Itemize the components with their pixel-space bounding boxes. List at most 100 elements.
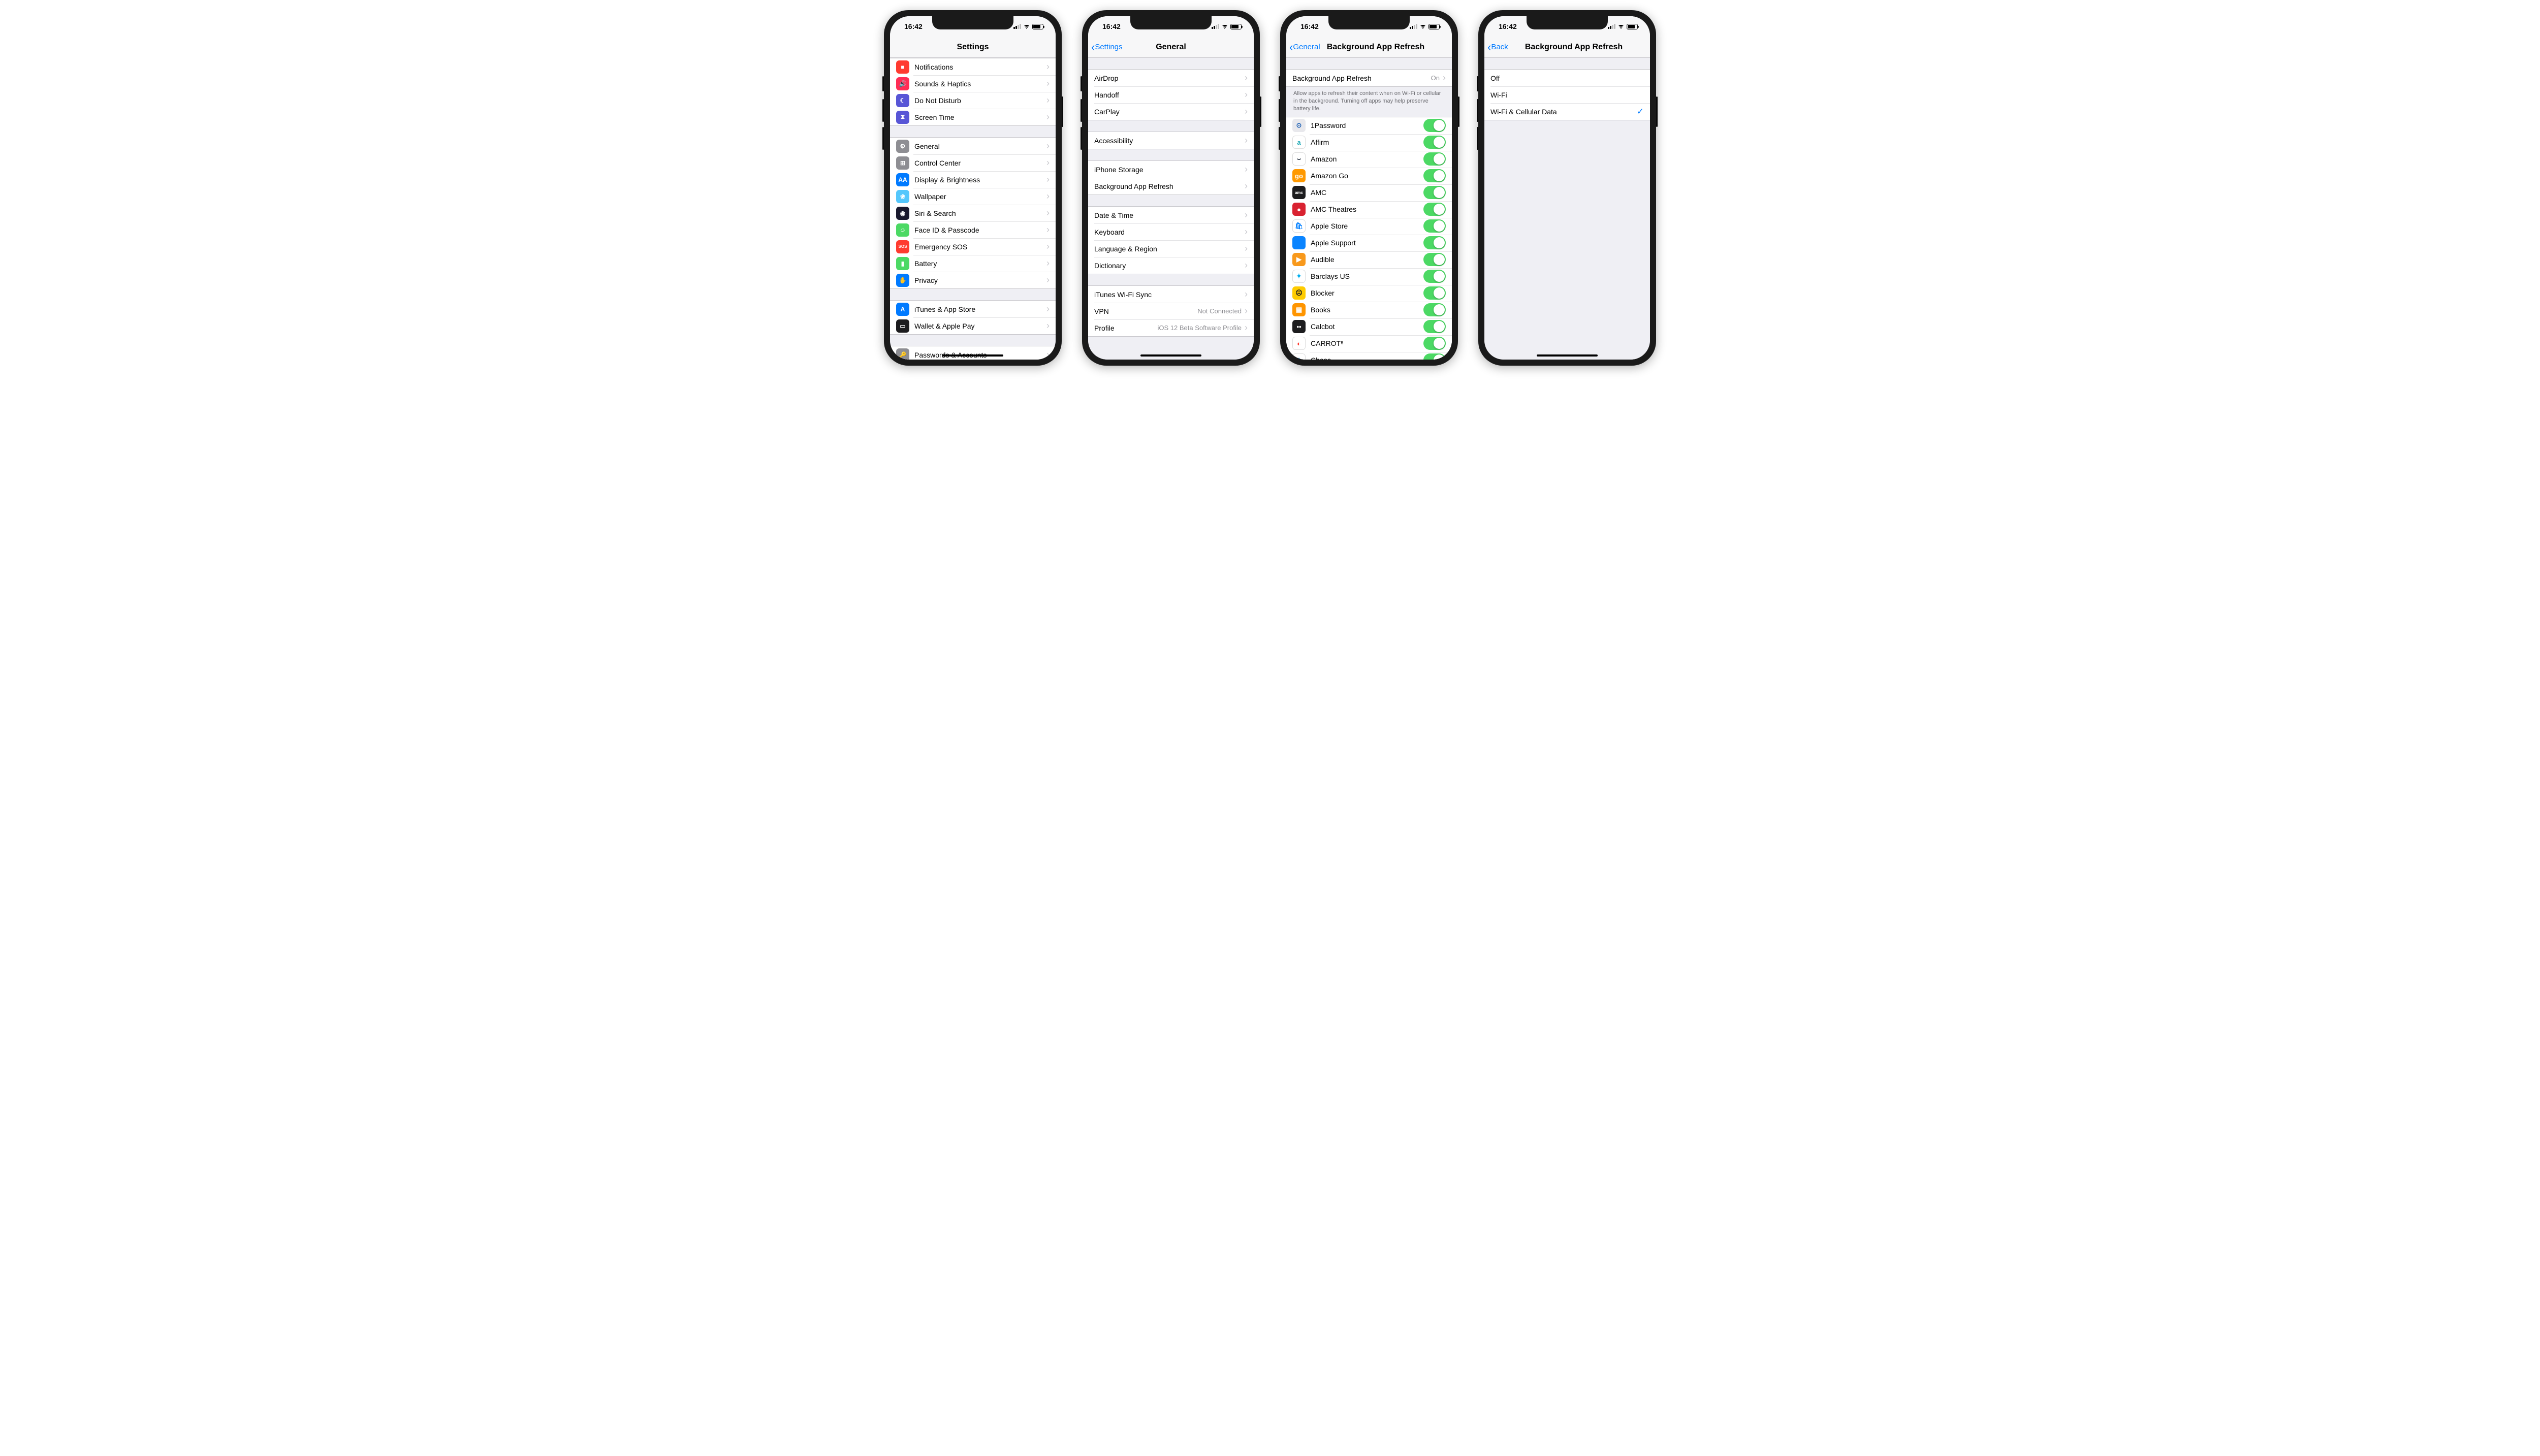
settings-row[interactable]: ⊞ Control Center ›: [890, 154, 1056, 171]
app-toggle-row[interactable]: amc AMC: [1286, 184, 1452, 201]
refresh-option-row[interactable]: Wi-Fi & Cellular Data ✓: [1484, 103, 1650, 120]
back-button[interactable]: ‹ General: [1286, 42, 1320, 53]
home-indicator[interactable]: [942, 354, 1003, 357]
app-toggle-row[interactable]: a Affirm: [1286, 134, 1452, 151]
home-indicator[interactable]: [1140, 354, 1201, 357]
toggle-switch[interactable]: [1423, 270, 1446, 283]
back-button[interactable]: ‹ Settings: [1088, 42, 1123, 53]
chevron-right-icon: ›: [1046, 61, 1050, 72]
general-row[interactable]: Accessibility ›: [1088, 132, 1254, 149]
toggle-switch[interactable]: [1423, 286, 1446, 300]
row-detail: iOS 12 Beta Software Profile: [1158, 324, 1242, 332]
app-toggle-row[interactable]: ● AMC Theatres: [1286, 201, 1452, 218]
row-icon: SOS: [896, 240, 909, 253]
settings-list[interactable]: ■ Notifications › 🔊 Sounds & Haptics › ☾…: [890, 58, 1056, 360]
general-row[interactable]: iTunes Wi-Fi Sync ›: [1088, 286, 1254, 303]
settings-row[interactable]: ❀ Wallpaper ›: [890, 188, 1056, 205]
app-toggle-row[interactable]: •• Calcbot: [1286, 318, 1452, 335]
toggle-switch[interactable]: [1423, 203, 1446, 216]
toggle-switch[interactable]: [1423, 119, 1446, 132]
back-button[interactable]: ‹ Back: [1484, 42, 1508, 53]
notch: [1328, 16, 1410, 29]
app-toggle-row[interactable]: ◇ Chase: [1286, 352, 1452, 360]
settings-row[interactable]: ⚙ General ›: [890, 138, 1056, 154]
app-toggle-row[interactable]: 🛍 Apple Store: [1286, 218, 1452, 235]
app-toggle-row[interactable]: ▶ Audible: [1286, 251, 1452, 268]
app-label: Amazon Go: [1311, 172, 1423, 180]
settings-row[interactable]: ◉ Siri & Search ›: [890, 205, 1056, 221]
settings-row[interactable]: 🔑 Passwords & Accounts ›: [890, 346, 1056, 360]
toggle-switch[interactable]: [1423, 303, 1446, 316]
app-toggle-row[interactable]: Apple Support: [1286, 235, 1452, 251]
app-toggle-row[interactable]: go Amazon Go: [1286, 168, 1452, 184]
row-icon: ▭: [896, 319, 909, 333]
toggle-switch[interactable]: [1423, 253, 1446, 266]
row-label: Wallpaper: [914, 192, 1046, 201]
settings-row[interactable]: ✋ Privacy ›: [890, 272, 1056, 288]
app-toggle-row[interactable]: ☹ Blocker: [1286, 285, 1452, 302]
general-row[interactable]: Background App Refresh ›: [1088, 178, 1254, 195]
wifi-icon: [1023, 24, 1030, 29]
toggle-switch[interactable]: [1423, 337, 1446, 350]
notch: [1130, 16, 1212, 29]
toggle-switch[interactable]: [1423, 186, 1446, 199]
row-icon: ⧗: [896, 111, 909, 124]
refresh-option-row[interactable]: Off: [1484, 70, 1650, 86]
chevron-right-icon: ›: [1046, 224, 1050, 235]
app-icon: a: [1292, 136, 1306, 149]
settings-row[interactable]: ☺ Face ID & Passcode ›: [890, 221, 1056, 238]
row-icon: AA: [896, 173, 909, 186]
chevron-right-icon: ›: [1046, 320, 1050, 331]
settings-row[interactable]: ▭ Wallet & Apple Pay ›: [890, 317, 1056, 334]
app-toggle-row[interactable]: ◐ CARROT⁵: [1286, 335, 1452, 352]
row-label: Date & Time: [1094, 211, 1245, 219]
general-row[interactable]: Handoff ›: [1088, 86, 1254, 103]
settings-row[interactable]: A iTunes & App Store ›: [890, 301, 1056, 317]
general-row[interactable]: CarPlay ›: [1088, 103, 1254, 120]
toggle-switch[interactable]: [1423, 353, 1446, 360]
toggle-switch[interactable]: [1423, 219, 1446, 233]
chevron-right-icon: ›: [1245, 289, 1248, 300]
general-row[interactable]: Keyboard ›: [1088, 223, 1254, 240]
general-list[interactable]: AirDrop › Handoff › CarPlay › Accessibil…: [1088, 58, 1254, 360]
general-row[interactable]: AirDrop ›: [1088, 70, 1254, 86]
chevron-right-icon: ›: [1245, 135, 1248, 146]
settings-row[interactable]: 🔊 Sounds & Haptics ›: [890, 75, 1056, 92]
general-row[interactable]: Profile iOS 12 Beta Software Profile ›: [1088, 319, 1254, 336]
toggle-switch[interactable]: [1423, 169, 1446, 182]
home-indicator[interactable]: [1537, 354, 1598, 357]
refresh-option-row[interactable]: Wi-Fi: [1484, 86, 1650, 103]
settings-row[interactable]: AA Display & Brightness ›: [890, 171, 1056, 188]
row-icon: 🔊: [896, 77, 909, 90]
toggle-switch[interactable]: [1423, 136, 1446, 149]
app-toggle-row[interactable]: ⌣ Amazon: [1286, 151, 1452, 168]
general-row[interactable]: iPhone Storage ›: [1088, 161, 1254, 178]
settings-row[interactable]: ☾ Do Not Disturb ›: [890, 92, 1056, 109]
row-label: Accessibility: [1094, 137, 1245, 145]
app-toggle-row[interactable]: ⊙ 1Password: [1286, 117, 1452, 134]
general-row[interactable]: Language & Region ›: [1088, 240, 1254, 257]
toggle-switch[interactable]: [1423, 236, 1446, 249]
app-label: Blocker: [1311, 289, 1423, 297]
row-icon: ■: [896, 60, 909, 74]
settings-row[interactable]: ▮ Battery ›: [890, 255, 1056, 272]
app-toggle-row[interactable]: ✦ Barclays US: [1286, 268, 1452, 285]
row-icon: ☺: [896, 223, 909, 237]
bg-refresh-list[interactable]: Background App Refresh On › Allow apps t…: [1286, 58, 1452, 360]
settings-row[interactable]: ■ Notifications ›: [890, 58, 1056, 75]
refresh-mode-list[interactable]: Off Wi-Fi Wi-Fi & Cellular Data ✓: [1484, 58, 1650, 360]
settings-row[interactable]: SOS Emergency SOS ›: [890, 238, 1056, 255]
row-label: Siri & Search: [914, 209, 1046, 217]
row-icon: ◉: [896, 207, 909, 220]
toggle-switch[interactable]: [1423, 152, 1446, 166]
nav-bar: ‹ Settings General: [1088, 37, 1254, 58]
app-toggle-row[interactable]: ▤ Books: [1286, 302, 1452, 318]
general-row[interactable]: Dictionary ›: [1088, 257, 1254, 274]
chevron-right-icon: ›: [1245, 89, 1248, 100]
app-icon: ⌣: [1292, 152, 1306, 166]
general-row[interactable]: Date & Time ›: [1088, 207, 1254, 223]
bg-refresh-master-row[interactable]: Background App Refresh On ›: [1286, 70, 1452, 86]
settings-row[interactable]: ⧗ Screen Time ›: [890, 109, 1056, 125]
toggle-switch[interactable]: [1423, 320, 1446, 333]
general-row[interactable]: VPN Not Connected ›: [1088, 303, 1254, 319]
